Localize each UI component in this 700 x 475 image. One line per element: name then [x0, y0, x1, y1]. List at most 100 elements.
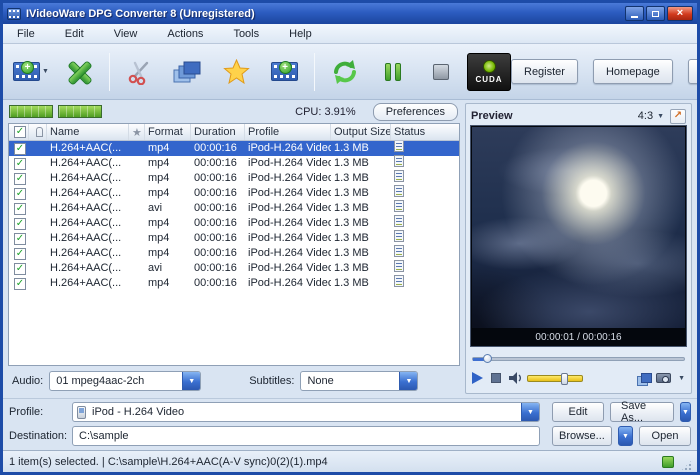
header-status[interactable]: Status [391, 124, 459, 140]
row-duration: 00:00:16 [191, 246, 245, 261]
table-row[interactable]: ✓ H.264+AAC(... mp4 00:00:16 iPod-H.264 … [9, 276, 459, 291]
merge-button[interactable] [166, 49, 210, 95]
menu-view[interactable]: View [114, 28, 138, 40]
row-checkbox[interactable]: ✓ [9, 186, 29, 201]
chevron-down-icon: ▼ [657, 113, 664, 120]
save-as-dropdown-button[interactable]: ▼ [680, 402, 691, 422]
stop-playback-button[interactable] [491, 373, 501, 383]
row-profile: iPod-H.264 Video [245, 246, 331, 261]
volume-thumb[interactable] [561, 373, 568, 385]
subtitles-select[interactable]: None ▼ [300, 371, 418, 391]
chevron-down-icon[interactable]: ▼ [399, 372, 417, 390]
select-all-checkbox[interactable]: ✓ [9, 124, 29, 140]
snapshot-camera-icon[interactable] [656, 373, 671, 383]
profile-select[interactable]: iPod - H.264 Video ▼ [72, 402, 540, 422]
add-film-icon: + [271, 62, 298, 81]
table-row[interactable]: ✓ H.264+AAC(... avi 00:00:16 iPod-H.264 … [9, 201, 459, 216]
row-format: mp4 [145, 276, 191, 291]
row-checkbox[interactable]: ✓ [9, 246, 29, 261]
save-as-button[interactable]: Save As... [610, 402, 674, 422]
video-frame [472, 127, 685, 328]
add-film-button[interactable]: + [262, 49, 306, 95]
row-output-size: 1.3 MB [331, 156, 391, 171]
row-checkbox[interactable]: ✓ [9, 261, 29, 276]
pause-button[interactable] [371, 49, 415, 95]
menu-tools[interactable]: Tools [233, 28, 259, 40]
pause-icon [385, 63, 401, 81]
status-icon [394, 200, 404, 212]
row-checkbox[interactable]: ✓ [9, 276, 29, 291]
browse-dropdown-button[interactable]: ▼ [618, 426, 633, 446]
frame-capture-icon[interactable] [637, 373, 651, 384]
row-format: mp4 [145, 231, 191, 246]
header-output-size[interactable]: Output Size [331, 124, 391, 140]
destination-field[interactable]: C:\sample [72, 426, 540, 446]
convert-button[interactable] [323, 49, 367, 95]
destination-row: Destination: C:\sample Browse... ▼ Open [3, 425, 697, 447]
row-checkbox[interactable]: ✓ [9, 201, 29, 216]
resize-grip[interactable] [680, 459, 693, 472]
chevron-down-icon[interactable]: ▼ [678, 375, 685, 382]
row-checkbox[interactable]: ✓ [9, 231, 29, 246]
row-checkbox[interactable]: ✓ [9, 141, 29, 156]
add-files-dropdown-icon[interactable]: ▼ [42, 68, 49, 75]
audio-select[interactable]: 01 mpeg4aac-2ch ▼ [49, 371, 201, 391]
cuda-button[interactable]: CUDA [467, 49, 511, 95]
status-icon [394, 141, 404, 152]
header-star[interactable]: ★ [129, 124, 145, 140]
add-files-button[interactable]: + ▼ [9, 49, 53, 95]
row-format: mp4 [145, 246, 191, 261]
header-profile[interactable]: Profile [245, 124, 331, 140]
close-button[interactable]: × [667, 6, 693, 21]
aspect-ratio-select[interactable]: 4:3▼ [638, 110, 664, 122]
cuda-icon: CUDA [467, 53, 511, 91]
ipod-icon [77, 406, 86, 419]
maximize-button[interactable] [646, 6, 665, 21]
table-row[interactable]: ✓ H.264+AAC(... mp4 00:00:16 iPod-H.264 … [9, 141, 459, 156]
speaker-icon[interactable] [509, 372, 523, 384]
menu-actions[interactable]: Actions [167, 28, 203, 40]
volume-slider[interactable] [527, 375, 583, 382]
effects-button[interactable] [214, 49, 258, 95]
popout-preview-icon[interactable]: ↗ [670, 109, 686, 124]
row-checkbox[interactable]: ✓ [9, 171, 29, 186]
register-button[interactable]: Register [511, 59, 578, 84]
clip-button[interactable] [118, 49, 162, 95]
menu-edit[interactable]: Edit [65, 28, 84, 40]
menu-help[interactable]: Help [289, 28, 312, 40]
table-row[interactable]: ✓ H.264+AAC(... mp4 00:00:16 iPod-H.264 … [9, 231, 459, 246]
row-checkbox[interactable]: ✓ [9, 216, 29, 231]
edit-profile-button[interactable]: Edit [552, 402, 604, 422]
seek-slider[interactable] [472, 352, 685, 365]
preferences-button[interactable]: Preferences [373, 103, 458, 121]
table-row[interactable]: ✓ H.264+AAC(... mp4 00:00:16 iPod-H.264 … [9, 171, 459, 186]
remove-file-button[interactable] [57, 49, 101, 95]
table-row[interactable]: ✓ H.264+AAC(... mp4 00:00:16 iPod-H.264 … [9, 216, 459, 231]
row-checkbox[interactable]: ✓ [9, 156, 29, 171]
table-row[interactable]: ✓ H.264+AAC(... mp4 00:00:16 iPod-H.264 … [9, 156, 459, 171]
row-format: mp4 [145, 156, 191, 171]
menu-file[interactable]: File [17, 28, 35, 40]
seek-thumb[interactable] [483, 354, 492, 363]
table-row[interactable]: ✓ H.264+AAC(... mp4 00:00:16 iPod-H.264 … [9, 246, 459, 261]
row-duration: 00:00:16 [191, 261, 245, 276]
help-button[interactable]: help [688, 59, 700, 84]
homepage-button[interactable]: Homepage [593, 59, 673, 84]
app-icon [7, 8, 21, 20]
audio-subtitle-bar: Audio: 01 mpeg4aac-2ch ▼ Subtitles: None… [8, 366, 460, 396]
header-format[interactable]: Format [145, 124, 191, 140]
table-row[interactable]: ✓ H.264+AAC(... mp4 00:00:16 iPod-H.264 … [9, 186, 459, 201]
chevron-down-icon[interactable]: ▼ [521, 403, 539, 421]
chevron-down-icon[interactable]: ▼ [182, 372, 200, 390]
attachment-column-header[interactable] [29, 124, 47, 140]
open-button[interactable]: Open [639, 426, 691, 446]
play-button[interactable] [472, 372, 483, 384]
minimize-button[interactable] [625, 6, 644, 21]
table-row[interactable]: ✓ H.264+AAC(... avi 00:00:16 iPod-H.264 … [9, 261, 459, 276]
header-duration[interactable]: Duration [191, 124, 245, 140]
stop-button[interactable] [419, 49, 463, 95]
header-name[interactable]: Name [47, 124, 129, 140]
titlebar[interactable]: IVideoWare DPG Converter 8 (Unregistered… [3, 3, 697, 24]
row-profile: iPod-H.264 Video [245, 201, 331, 216]
browse-button[interactable]: Browse... [552, 426, 612, 446]
